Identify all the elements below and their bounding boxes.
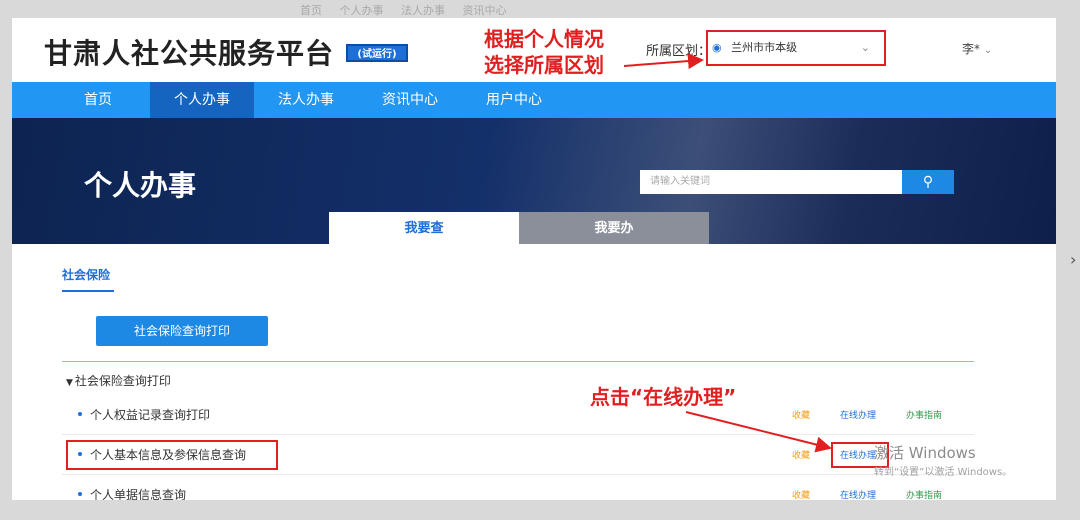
- chevron-down-icon: ⌄: [860, 41, 870, 54]
- item-name[interactable]: 个人权益记录查询打印: [90, 406, 210, 423]
- site-title[interactable]: 甘肃人社公共服务平台: [44, 32, 334, 72]
- annotation-line: 选择所属区划: [484, 53, 604, 77]
- nav-home[interactable]: 首页: [46, 82, 150, 118]
- search-input[interactable]: 请输入关键词: [640, 170, 902, 194]
- bullet-icon: [78, 412, 82, 416]
- annotation-region-tip: 根据个人情况 选择所属区划: [484, 26, 604, 78]
- guide-link[interactable]: 办事指南: [906, 408, 942, 421]
- favorite-link[interactable]: 收藏: [792, 408, 810, 421]
- item-highlight-box: [66, 440, 278, 470]
- region-highlight-box: ◉ 兰州市市本级 ⌄: [706, 30, 886, 66]
- faded-top-bar: 首页 个人办事 法人办事 资讯中心: [300, 2, 521, 18]
- user-name: 李*: [962, 42, 981, 56]
- row-divider: [62, 434, 974, 435]
- social-insurance-print-button[interactable]: 社会保险查询打印: [96, 316, 268, 346]
- annotation-line: 根据个人情况: [484, 27, 604, 51]
- search-icon: ⚲: [922, 174, 934, 190]
- nav-corporate[interactable]: 法人办事: [254, 82, 358, 118]
- guide-link[interactable]: 办事指南: [906, 488, 942, 500]
- banner-title: 个人办事: [84, 169, 197, 202]
- page: 甘肃人社公共服务平台 (试运行) 根据个人情况 选择所属区划 所属区划： ◉ 兰…: [12, 18, 1056, 500]
- site-header: 甘肃人社公共服务平台 (试运行) 根据个人情况 选择所属区划 所属区划： ◉ 兰…: [12, 18, 1056, 82]
- page-banner: 个人办事 请输入关键词 ⚲ 我要查 我要办: [12, 118, 1056, 244]
- favorite-link[interactable]: 收藏: [792, 448, 810, 461]
- nav-personal[interactable]: 个人办事: [150, 82, 254, 118]
- caret-down-icon: ▼: [66, 378, 73, 388]
- chevron-down-icon: ⌄: [983, 45, 993, 56]
- faded-top-item: 法人办事: [401, 4, 445, 17]
- nav-user-center[interactable]: 用户中心: [462, 82, 566, 118]
- scroll-right-arrow-icon[interactable]: ›: [1070, 250, 1076, 269]
- faded-top-item: 个人办事: [339, 4, 384, 17]
- online-handle-link[interactable]: 在线办理: [840, 488, 876, 500]
- favorite-link[interactable]: 收藏: [792, 488, 810, 500]
- row-divider: [62, 474, 974, 475]
- section-tab-underline: [62, 290, 114, 292]
- windows-activation-subtext: 转到“设置”以激活 Windows。: [874, 467, 1013, 478]
- region-value: 兰州市市本级: [731, 41, 798, 54]
- region-label: 所属区划：: [646, 44, 712, 59]
- windows-activation-watermark: 激活 Windows: [874, 444, 976, 462]
- tab-query[interactable]: 我要查: [329, 212, 519, 244]
- region-select[interactable]: ◉ 兰州市市本级 ⌄: [712, 38, 880, 58]
- user-menu[interactable]: 李* ⌄: [962, 40, 992, 57]
- search-button[interactable]: ⚲: [902, 170, 954, 194]
- divider: [62, 361, 974, 362]
- location-pin-icon: ◉: [712, 41, 722, 54]
- group-title-label: 社会保险查询打印: [74, 374, 171, 388]
- main-nav: 首页 个人办事 法人办事 资讯中心 用户中心: [12, 82, 1056, 118]
- trial-badge: (试运行): [346, 44, 408, 62]
- section-tab-social-insurance[interactable]: 社会保险: [62, 266, 110, 283]
- group-title[interactable]: ▼ 社会保险查询打印: [66, 372, 171, 389]
- item-name[interactable]: 个人单据信息查询: [90, 486, 186, 500]
- list-item: 个人单据信息查询 收藏 在线办理 办事指南: [12, 476, 1056, 500]
- list-item: 个人权益记录查询打印 收藏 在线办理 办事指南: [12, 396, 1056, 436]
- nav-news[interactable]: 资讯中心: [358, 82, 462, 118]
- tab-handle[interactable]: 我要办: [519, 212, 709, 244]
- online-handle-link[interactable]: 在线办理: [840, 408, 876, 421]
- bullet-icon: [78, 492, 82, 496]
- faded-top-item: 资讯中心: [462, 4, 507, 17]
- faded-top-item: 首页: [300, 4, 322, 17]
